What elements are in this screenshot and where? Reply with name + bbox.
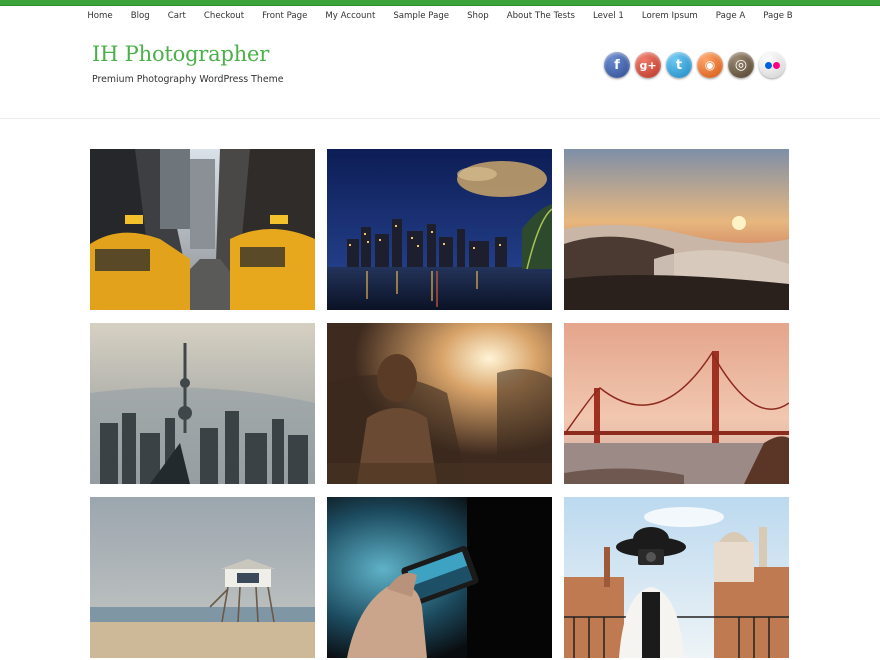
- nav-item-page-b[interactable]: Page B: [754, 11, 801, 21]
- photo-foggy-city-tower[interactable]: [90, 323, 315, 484]
- nav-item-front-page[interactable]: Front Page: [253, 11, 316, 21]
- nav-item-level-1[interactable]: Level 1: [584, 11, 633, 21]
- photo-golden-gate-bridge[interactable]: [564, 323, 789, 484]
- photo-night-skyline[interactable]: [327, 149, 552, 310]
- site-title[interactable]: IH Photographer: [92, 42, 269, 66]
- instagram-icon[interactable]: ◎: [728, 52, 754, 78]
- photo-woman-camera-rooftops[interactable]: [564, 497, 789, 658]
- nav-item-blog[interactable]: Blog: [122, 11, 159, 21]
- google-plus-icon[interactable]: g+: [635, 52, 661, 78]
- nav-item-about-the-tests[interactable]: About The Tests: [498, 11, 584, 21]
- photo-lifeguard-tower-beach[interactable]: [90, 497, 315, 658]
- photo-woman-sunset[interactable]: [327, 323, 552, 484]
- facebook-icon[interactable]: f: [604, 52, 630, 78]
- nav-item-my-account[interactable]: My Account: [316, 11, 384, 21]
- nav-item-page-a[interactable]: Page A: [707, 11, 754, 21]
- nav-item-lorem-ipsum[interactable]: Lorem Ipsum: [633, 11, 707, 21]
- site-tagline: Premium Photography WordPress Theme: [92, 74, 284, 85]
- photo-gallery: [90, 149, 790, 658]
- social-icons: f g+ t ◉ ◎: [604, 52, 785, 78]
- nav-item-shop[interactable]: Shop: [458, 11, 498, 21]
- twitter-icon[interactable]: t: [666, 52, 692, 78]
- photo-sunset-fog-hills[interactable]: [564, 149, 789, 310]
- flickr-icon[interactable]: [759, 52, 785, 78]
- photo-hand-phone-camera[interactable]: [327, 497, 552, 658]
- photo-city-taxis[interactable]: [90, 149, 315, 310]
- rss-icon[interactable]: ◉: [697, 52, 723, 78]
- nav-item-home[interactable]: Home: [78, 11, 121, 21]
- nav-item-sample-page[interactable]: Sample Page: [384, 11, 458, 21]
- nav-item-cart[interactable]: Cart: [159, 11, 195, 21]
- header-divider: [0, 118, 880, 119]
- primary-navigation: Home Blog Cart Checkout Front Page My Ac…: [0, 6, 880, 26]
- nav-item-checkout[interactable]: Checkout: [195, 11, 253, 21]
